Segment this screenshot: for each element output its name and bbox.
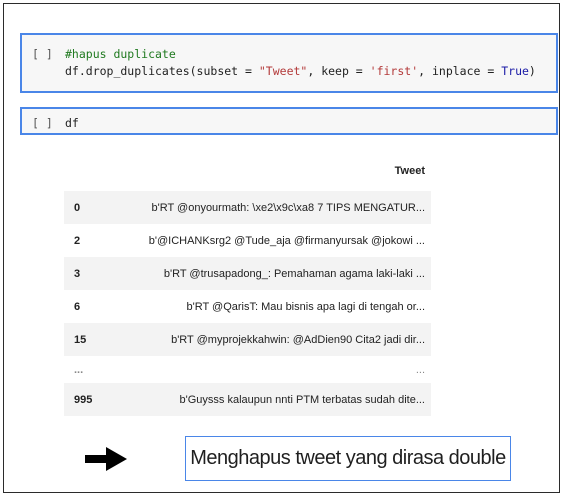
code-cell-drop-duplicates[interactable]: [ ] #hapus duplicate df.drop_duplicates(… [20, 33, 558, 93]
tweet-cell: b'RT @onyourmath: \xe2\x9c\xa8 7 TIPS ME… [151, 201, 426, 214]
annotation-box: Menghapus tweet yang dirasa double [185, 436, 511, 481]
tweet-cell: b'RT @QarisT: Mau bisnis apa lagi di ten… [186, 300, 425, 313]
table-header-row: Tweet [64, 157, 431, 191]
row-index: 2 [74, 234, 81, 247]
row-index: 995 [74, 393, 93, 406]
annotation-text: Menghapus tweet yang dirasa double [190, 447, 506, 469]
right-arrow-icon [85, 447, 127, 471]
tweet-cell: ... [415, 363, 425, 376]
code-inplace-arg: , inplace = [418, 64, 502, 78]
table-row: 15 b'RT @myprojekkahwin: @AdDien90 Cita2… [64, 323, 431, 356]
code-true-keyword: True [501, 64, 529, 78]
code-editor[interactable]: #hapus duplicate df.drop_duplicates(subs… [65, 46, 536, 80]
row-index: 15 [74, 333, 87, 346]
code-keep-string: 'first' [369, 64, 419, 78]
index-column-header [64, 157, 120, 191]
row-index: 6 [74, 300, 81, 313]
code-close-paren: ) [528, 64, 536, 78]
table-row: 2 b'@ICHANKsrg2 @Tude_aja @firmanyursak … [64, 224, 431, 257]
table-row-ellipsis: ... ... [64, 356, 431, 383]
code-comment: #hapus duplicate [65, 47, 176, 61]
cell-run-prompt[interactable]: [ ] [32, 116, 53, 130]
row-index: 3 [74, 267, 81, 280]
code-keep-arg: , keep = [307, 64, 370, 78]
tweet-cell: b'RT @trusapadong_: Pemahaman agama laki… [163, 267, 425, 280]
row-index: ... [74, 363, 84, 376]
row-index: 0 [74, 201, 81, 214]
code-cell-df[interactable]: [ ] df [20, 107, 558, 135]
table-row: 0 b'RT @onyourmath: \xe2\x9c\xa8 7 TIPS … [64, 191, 431, 224]
tweet-cell: b'RT @myprojekkahwin: @AdDien90 Cita2 ja… [171, 333, 425, 346]
tweet-cell: b'@ICHANKsrg2 @Tude_aja @firmanyursak @j… [148, 234, 425, 247]
dataframe-output-table: Tweet 0 b'RT @onyourmath: \xe2\x9c\xa8 7… [64, 157, 431, 416]
tweet-column-header: Tweet [394, 165, 425, 177]
table-row: 6 b'RT @QarisT: Mau bisnis apa lagi di t… [64, 290, 431, 323]
code-editor[interactable]: df [65, 115, 79, 132]
table-row: 3 b'RT @trusapadong_: Pemahaman agama la… [64, 257, 431, 290]
table-row: 995 b'Guysss kalaupun nnti PTM terbatas … [64, 383, 431, 416]
code-call: df.drop_duplicates(subset = [65, 64, 259, 78]
cell-run-prompt[interactable]: [ ] [32, 47, 53, 61]
code-subset-string: "Tweet" [258, 64, 308, 78]
slide-frame: [ ] #hapus duplicate df.drop_duplicates(… [3, 3, 560, 493]
tweet-cell: b'Guysss kalaupun nnti PTM terbatas suda… [179, 393, 425, 406]
